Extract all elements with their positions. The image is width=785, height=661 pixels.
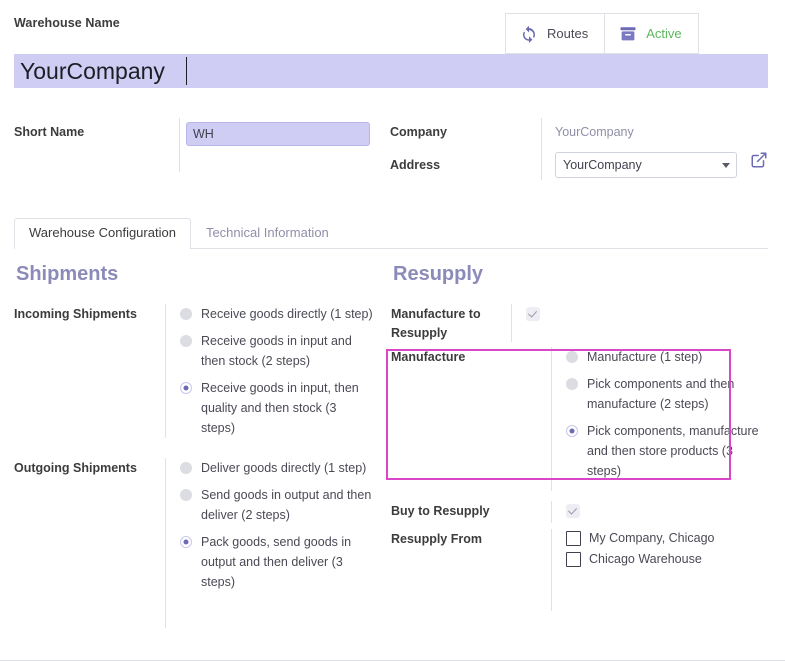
checkbox-option[interactable]: My Company, Chicago (566, 529, 761, 547)
text-cursor (186, 57, 187, 85)
notebook-tabs: Warehouse Configuration Technical Inform… (14, 218, 768, 249)
address-select[interactable]: YourCompany (555, 152, 737, 178)
address-label: Address (390, 158, 441, 172)
warehouse-form-page: Warehouse Name Routes Active YourCompany… (0, 0, 785, 661)
company-value: YourCompany (555, 125, 634, 139)
radio-label: Pack goods, send goods in output and the… (201, 535, 352, 589)
incoming-shipments-label: Incoming Shipments (14, 307, 137, 321)
manufacture-row: Manufacture Manufacture (1 step) Pick co… (391, 345, 761, 493)
incoming-shipments-row: Incoming Shipments Receive goods directl… (14, 300, 384, 440)
header-col-left: Short Name (14, 118, 390, 183)
checkbox-option[interactable]: Chicago Warehouse (566, 550, 761, 568)
stat-button-routes[interactable]: Routes (506, 14, 605, 53)
radio-option[interactable]: Send goods in output and then deliver (2… (180, 485, 384, 525)
checkbox-icon (566, 551, 581, 567)
short-name-label: Short Name (14, 125, 85, 139)
outgoing-shipments-row: Outgoing Shipments Deliver goods directl… (14, 440, 384, 630)
radio-option[interactable]: Receive goods in input and then stock (2… (180, 331, 384, 371)
radio-label: Pick components and then manufacture (2 … (587, 377, 735, 411)
buy-to-resupply-field (551, 501, 761, 523)
manufacture-options: Manufacture (1 step) Pick components and… (551, 347, 761, 491)
radio-icon-checked (566, 425, 578, 437)
checkbox-icon (566, 530, 581, 546)
radio-option[interactable]: Deliver goods directly (1 step) (180, 458, 384, 478)
header-fields: Short Name Company Address YourCompany Y… (14, 118, 768, 183)
buy-to-resupply-label: Buy to Resupply (391, 504, 490, 518)
checkbox-label: Chicago Warehouse (589, 552, 702, 566)
warehouse-name-label: Warehouse Name (14, 16, 120, 30)
radio-label: Pick components, manufacture and then st… (587, 424, 759, 478)
radio-label: Receive goods in input and then stock (2… (201, 334, 352, 368)
resupply-title: Resupply (393, 263, 484, 285)
radio-icon (180, 489, 192, 501)
resupply-from-row: Resupply From My Company, Chicago Chicag… (391, 525, 761, 613)
buy-to-resupply-row: Buy to Resupply (391, 493, 761, 525)
stat-button-active-label: Active (646, 26, 682, 41)
shipments-group: Shipments Incoming Shipments Receive goo… (14, 262, 384, 630)
radio-label: Receive goods in input, then quality and… (201, 381, 359, 435)
radio-option[interactable]: Receive goods in input, then quality and… (180, 378, 384, 438)
resupply-from-label: Resupply From (391, 532, 482, 546)
radio-label: Deliver goods directly (1 step) (201, 461, 367, 475)
stat-button-group: Routes Active (505, 13, 699, 54)
short-name-input[interactable] (186, 122, 370, 146)
field-divider (541, 118, 542, 180)
warehouse-name-input[interactable] (14, 54, 768, 88)
radio-label: Manufacture (1 step) (587, 350, 703, 364)
radio-label: Send goods in output and then deliver (2… (201, 488, 372, 522)
radio-icon (566, 351, 578, 363)
manufacture-to-resupply-label: Manufacture to Resupply (391, 307, 481, 340)
radio-option[interactable]: Manufacture (1 step) (566, 347, 761, 367)
incoming-shipments-options: Receive goods directly (1 step) Receive … (165, 304, 384, 438)
tab-technical-information-label: Technical Information (205, 225, 329, 240)
external-link-icon[interactable] (750, 151, 768, 169)
manufacture-to-resupply-checkbox[interactable] (526, 307, 540, 321)
manufacture-label: Manufacture (391, 350, 466, 364)
resupply-group: Resupply Manufacture to Resupply Manufac… (391, 262, 761, 613)
resupply-rows: Manufacture to Resupply Manufacture Manu… (391, 300, 761, 613)
refresh-icon (519, 24, 538, 43)
manufacture-to-resupply-field (511, 304, 761, 342)
radio-icon (180, 462, 192, 474)
radio-icon (180, 308, 192, 320)
resupply-from-options: My Company, Chicago Chicago Warehouse (551, 529, 761, 611)
field-divider (179, 118, 180, 172)
archive-box-icon (618, 24, 637, 43)
company-label: Company (390, 125, 447, 139)
radio-option[interactable]: Pick components and then manufacture (2 … (566, 374, 761, 414)
shipments-title: Shipments (16, 263, 119, 285)
outgoing-shipments-label: Outgoing Shipments (14, 461, 137, 475)
radio-icon (180, 335, 192, 347)
radio-option[interactable]: Pick components, manufacture and then st… (566, 421, 761, 481)
stat-button-routes-label: Routes (547, 26, 589, 41)
manufacture-to-resupply-row: Manufacture to Resupply (391, 300, 761, 345)
radio-option[interactable]: Pack goods, send goods in output and the… (180, 532, 384, 592)
radio-icon-checked (180, 536, 192, 548)
outgoing-shipments-options: Deliver goods directly (1 step) Send goo… (165, 458, 384, 628)
radio-label: Receive goods directly (1 step) (201, 307, 373, 321)
tab-technical-information[interactable]: Technical Information (191, 218, 344, 248)
buy-to-resupply-checkbox[interactable] (566, 504, 580, 518)
stat-button-active[interactable]: Active (604, 14, 698, 53)
shipments-rows: Incoming Shipments Receive goods directl… (14, 300, 384, 630)
radio-option[interactable]: Receive goods directly (1 step) (180, 304, 384, 324)
header-col-right: Company Address YourCompany YourCompany (390, 118, 768, 183)
radio-icon-checked (180, 382, 192, 394)
tab-warehouse-configuration[interactable]: Warehouse Configuration (14, 218, 191, 249)
tab-warehouse-configuration-label: Warehouse Configuration (29, 225, 176, 240)
radio-icon (566, 378, 578, 390)
checkbox-label: My Company, Chicago (589, 531, 715, 545)
